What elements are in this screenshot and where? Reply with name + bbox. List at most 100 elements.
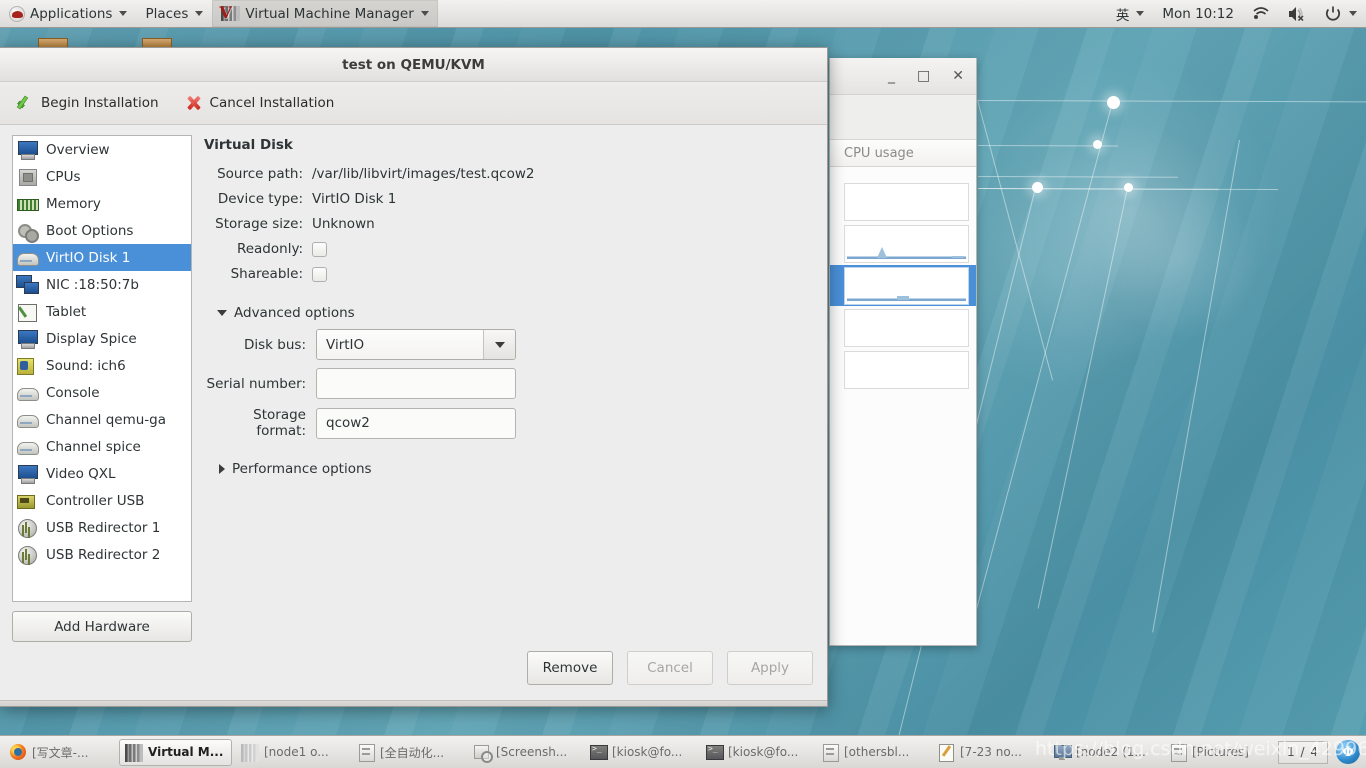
- cancel-installation-button[interactable]: Cancel Installation: [183, 91, 337, 115]
- applications-menu[interactable]: Applications: [0, 0, 136, 27]
- monitor-icon: [16, 329, 38, 349]
- sidebar-item-nic[interactable]: NIC :18:50:7b: [13, 271, 191, 298]
- field-device-type: Device type: VirtIO Disk 1: [204, 191, 807, 207]
- sidebar-item-label: Controller USB: [46, 492, 145, 509]
- wallpaper-dot: [1093, 140, 1102, 149]
- taskbar-item[interactable]: [kiosk@fo...: [583, 739, 696, 766]
- sidebar-item-channel-spice[interactable]: Channel spice: [13, 433, 191, 460]
- archive-icon: [821, 743, 839, 762]
- desktop-folder-icon[interactable]: [142, 38, 172, 47]
- sidebar-item-label: Channel qemu-ga: [46, 411, 167, 428]
- vm-list-row-selected[interactable]: [830, 265, 976, 306]
- input-method-indicator[interactable]: 英: [1107, 0, 1154, 27]
- redhat-logo-icon: [9, 5, 25, 22]
- add-hardware-button[interactable]: Add Hardware: [12, 611, 192, 642]
- taskbar-item-label: Virtual M...: [148, 745, 224, 759]
- cpu-usage-column-header[interactable]: CPU usage: [830, 140, 976, 167]
- power-icon: [1324, 5, 1342, 23]
- usb-icon: [16, 518, 38, 538]
- places-menu[interactable]: Places: [136, 0, 212, 27]
- storage-format-input[interactable]: qcow2: [316, 407, 516, 439]
- shareable-checkbox[interactable]: [312, 266, 327, 282]
- field-label: Source path:: [217, 166, 303, 182]
- sidebar-item-tablet[interactable]: Tablet: [13, 298, 191, 325]
- sidebar-item-display-spice[interactable]: Display Spice: [13, 325, 191, 352]
- taskbar-item[interactable]: [写文章-...: [3, 739, 116, 766]
- sidebar-item-virtio-disk-1[interactable]: VirtIO Disk 1: [13, 244, 191, 271]
- sidebar-item-boot-options[interactable]: Boot Options: [13, 217, 191, 244]
- cpu-sparkline: [844, 350, 969, 389]
- taskbar-item-label: [othersbl...: [844, 745, 910, 759]
- maximize-icon[interactable]: □: [917, 68, 930, 84]
- taskbar-item[interactable]: [Pictures]: [1163, 739, 1276, 766]
- workspace-switcher-button[interactable]: Φ: [1336, 740, 1360, 764]
- begin-installation-button[interactable]: Begin Installation: [14, 91, 161, 115]
- wallpaper-dot: [1107, 96, 1120, 109]
- vmm-logo-icon: [219, 3, 241, 22]
- sidebar-item-memory[interactable]: Memory: [13, 190, 191, 217]
- vm-list-row[interactable]: [830, 349, 976, 390]
- vm-list-row[interactable]: [830, 223, 976, 264]
- performance-options-expander[interactable]: Performance options: [219, 461, 807, 477]
- sidebar-item-overview[interactable]: Overview: [13, 136, 191, 163]
- desktop-folder-icon[interactable]: [38, 38, 68, 47]
- dialog-titlebar[interactable]: test on QEMU/KVM: [0, 48, 827, 82]
- taskbar-item-active[interactable]: Virtual M...: [119, 738, 232, 766]
- terminal-icon: [705, 743, 724, 761]
- sidebar-item-channel-qemu-ga[interactable]: Channel qemu-ga: [13, 406, 191, 433]
- taskbar-item[interactable]: [7-23 no...: [931, 739, 1044, 766]
- x-icon: [185, 94, 203, 112]
- sidebar-item-console[interactable]: Console: [13, 379, 191, 406]
- taskbar-item[interactable]: [node2 (1...: [1047, 739, 1160, 766]
- taskbar-item[interactable]: [Screensh...: [467, 739, 580, 766]
- memory-icon: [16, 194, 39, 214]
- background-vmm-window[interactable]: _ □ ✕ CPU usage: [829, 58, 977, 646]
- virtual-disk-detail-pane: Virtual Disk Source path: /var/lib/libvi…: [204, 135, 815, 642]
- minimize-icon[interactable]: _: [888, 68, 895, 84]
- clock-label: Mon 10:12: [1162, 5, 1234, 22]
- serial-number-label: Serial number:: [206, 375, 307, 392]
- firefox-icon: [9, 743, 27, 761]
- sidebar-item-sound[interactable]: Sound: ich6: [13, 352, 191, 379]
- disk-bus-value: VirtIO: [317, 330, 483, 359]
- sidebar-item-controller-usb[interactable]: Controller USB: [13, 487, 191, 514]
- taskbar-item-label: [Screensh...: [496, 745, 568, 759]
- readonly-checkbox[interactable]: [312, 241, 327, 257]
- volume-indicator[interactable]: [1279, 0, 1315, 27]
- taskbar-item[interactable]: [全自动化...: [351, 739, 464, 766]
- vm-list: [830, 167, 976, 645]
- taskbar-item[interactable]: [othersbl...: [815, 739, 928, 766]
- taskbar-item[interactable]: [kiosk@fo...: [699, 739, 812, 766]
- vm-list-row[interactable]: [830, 181, 976, 222]
- cpu-usage-label: CPU usage: [844, 145, 914, 161]
- power-menu[interactable]: [1315, 0, 1366, 27]
- chevron-down-icon[interactable]: [483, 330, 515, 359]
- disk-bus-select[interactable]: VirtIO: [316, 329, 516, 360]
- serial-number-input[interactable]: [316, 368, 516, 399]
- taskbar-item[interactable]: [node1 o...: [235, 739, 348, 766]
- workspace-area: 1 / 4 Φ: [1278, 740, 1366, 764]
- cpu-sparkline: [844, 308, 969, 347]
- cancel-button[interactable]: Cancel: [627, 651, 713, 685]
- window-menu-virtual-machine-manager[interactable]: Virtual Machine Manager: [212, 0, 438, 27]
- field-storage-format: Storage format: qcow2: [204, 407, 807, 439]
- field-disk-bus: Disk bus: VirtIO: [204, 329, 807, 360]
- sidebar-item-usb-redirector-2[interactable]: USB Redirector 2: [13, 541, 191, 568]
- advanced-options-expander[interactable]: Advanced options: [217, 305, 807, 321]
- sidebar-item-label: Display Spice: [46, 330, 137, 347]
- dialog-body: Overview CPUs Memory Boot Options VirtIO…: [0, 125, 827, 642]
- taskbar-item-label: [node2 (1...: [1076, 745, 1146, 759]
- wifi-indicator[interactable]: [1243, 0, 1279, 27]
- clock[interactable]: Mon 10:12: [1153, 0, 1243, 27]
- vm-list-row[interactable]: [830, 307, 976, 348]
- apply-button[interactable]: Apply: [727, 651, 813, 685]
- sidebar-item-cpus[interactable]: CPUs: [13, 163, 191, 190]
- sidebar-item-usb-redirector-1[interactable]: USB Redirector 1: [13, 514, 191, 541]
- sidebar-item-video-qxl[interactable]: Video QXL: [13, 460, 191, 487]
- remove-button[interactable]: Remove: [527, 651, 613, 685]
- gear-icon: [16, 221, 39, 243]
- workspace-indicator[interactable]: 1 / 4: [1278, 740, 1328, 764]
- shareable-label: Shareable:: [230, 266, 303, 282]
- hardware-list[interactable]: Overview CPUs Memory Boot Options VirtIO…: [12, 135, 192, 602]
- close-icon[interactable]: ✕: [952, 68, 964, 84]
